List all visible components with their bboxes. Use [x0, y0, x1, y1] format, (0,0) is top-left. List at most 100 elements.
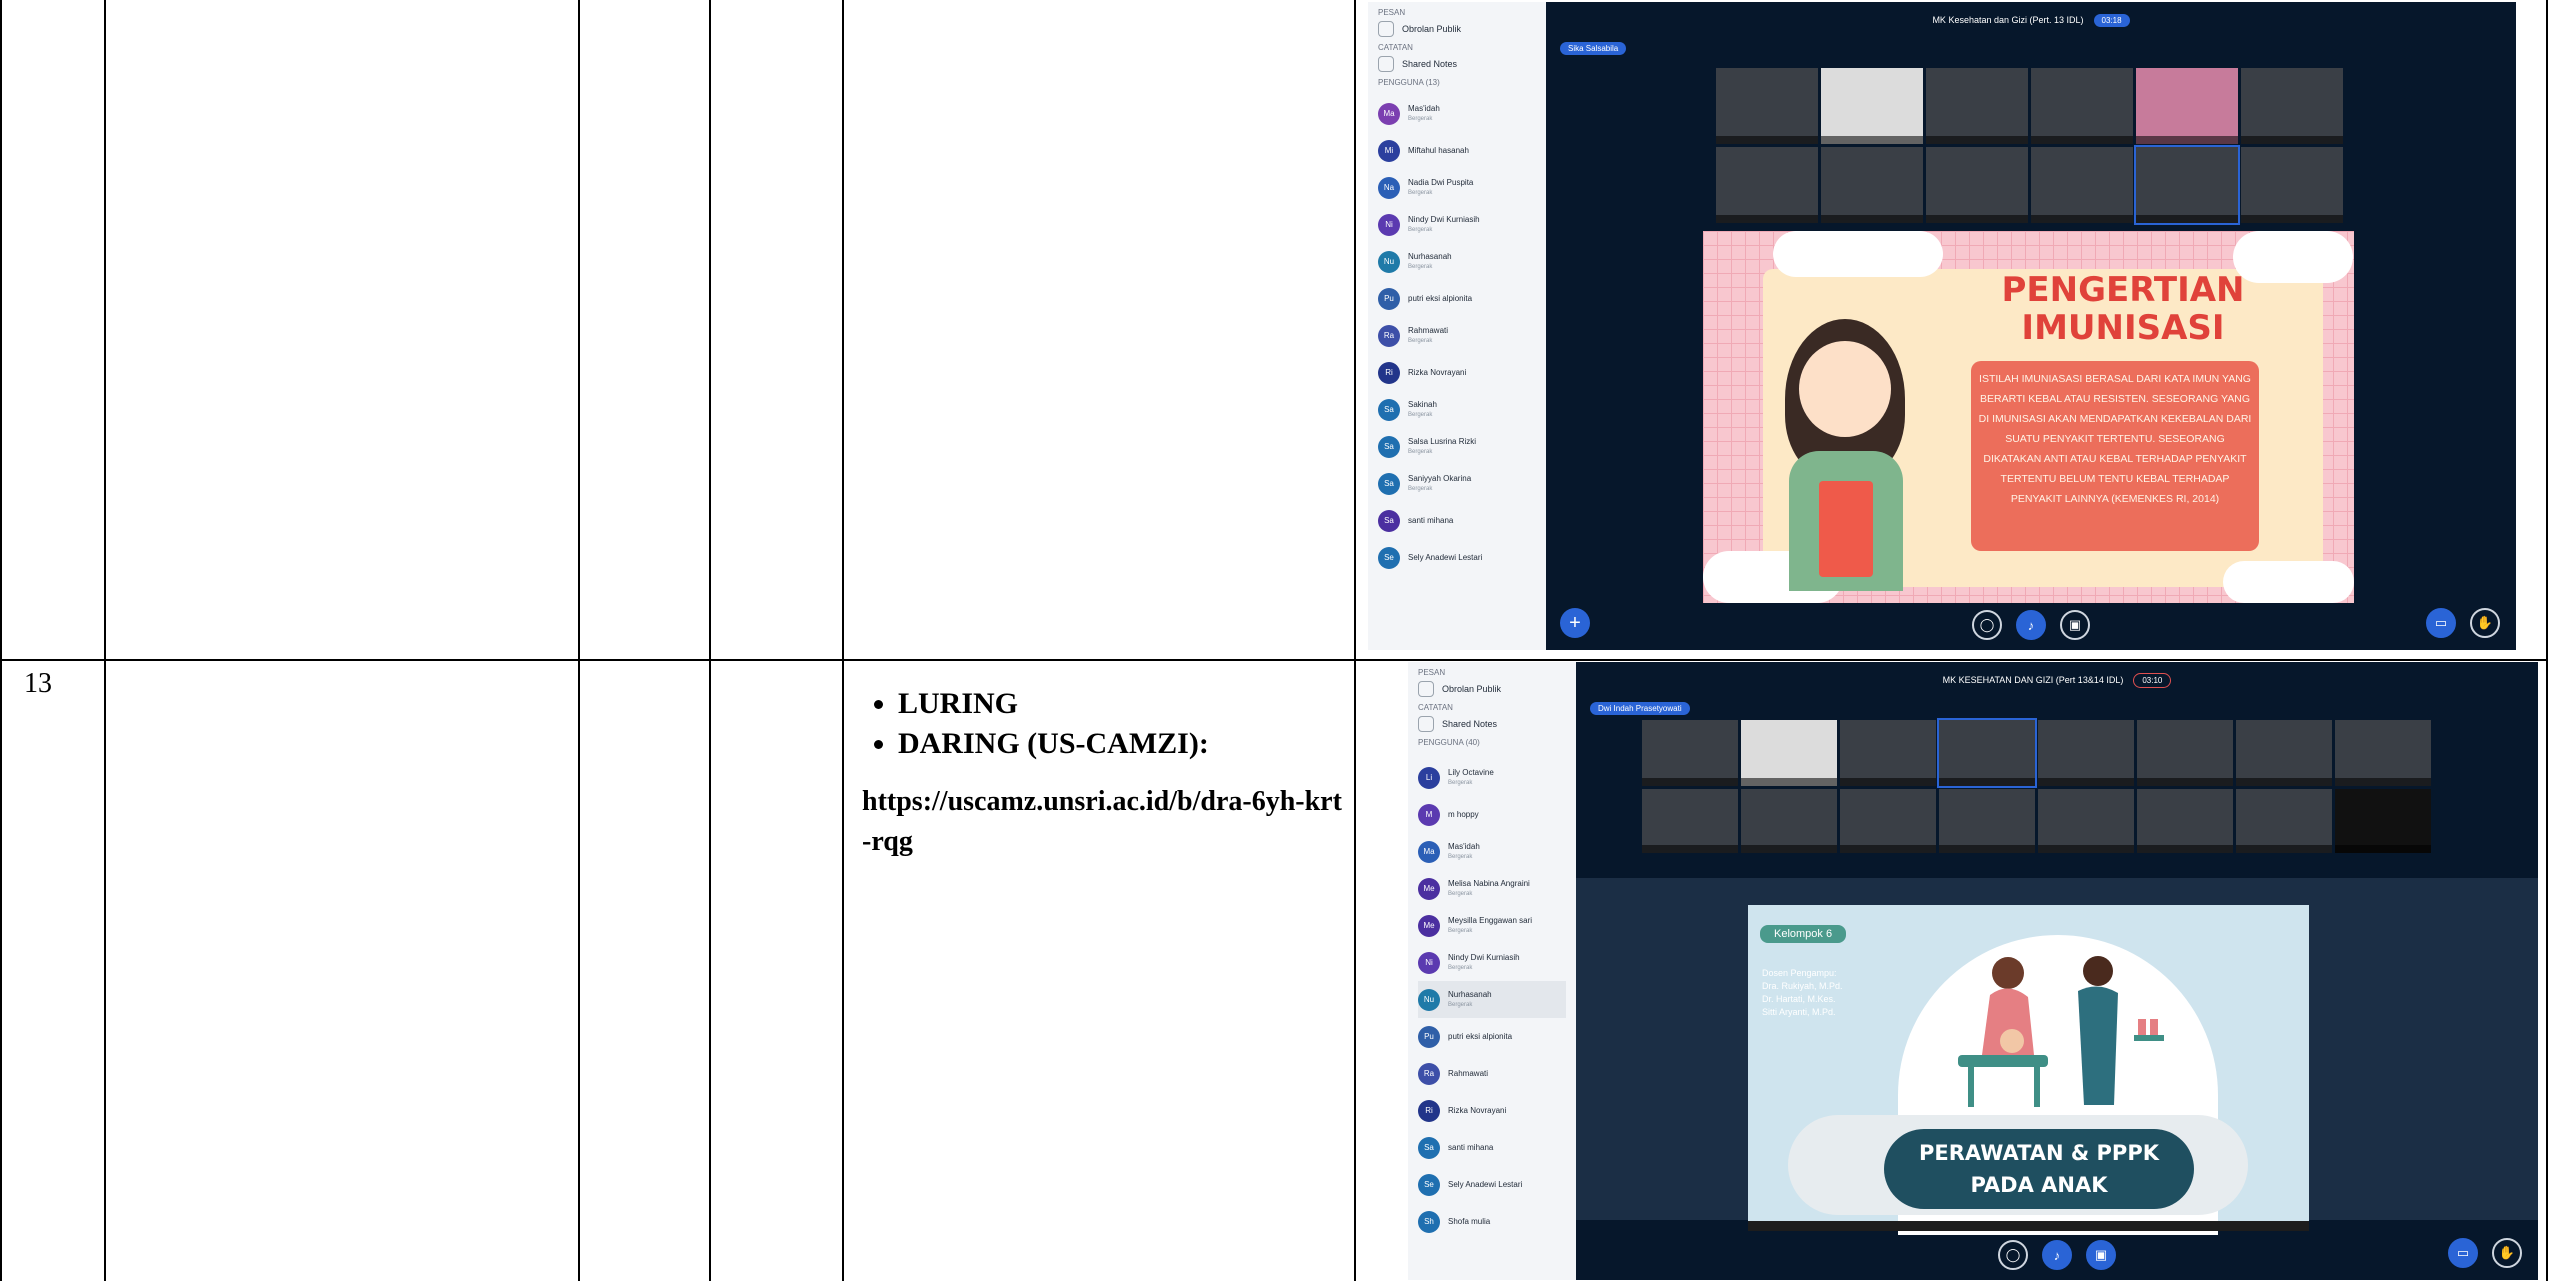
user-item[interactable]: Ni Nindy Dwi Kurniasih Bergerak: [1418, 944, 1566, 981]
user-item[interactable]: Me Melisa Nabina Angraini Bergerak: [1418, 870, 1566, 907]
webcam-grid: [1716, 68, 2343, 225]
user-item[interactable]: Ni Nindy Dwi Kurniasih Bergerak: [1378, 206, 1536, 243]
webcam-tile[interactable]: [1642, 720, 1738, 786]
group-label: Kelompok 6: [1760, 925, 1847, 943]
shared-notes-label: Shared Notes: [1402, 59, 1458, 69]
user-item[interactable]: Sa Saniyyah Okarina Bergerak: [1378, 465, 1536, 502]
camera-icon[interactable]: ▣: [2060, 610, 2090, 640]
table-row-divider: [0, 659, 2548, 661]
user-item[interactable]: Ri Rizka Novrayani: [1378, 354, 1536, 391]
user-item[interactable]: Ma Mas'idah Bergerak: [1378, 95, 1536, 132]
audio-icon[interactable]: ♪: [2016, 610, 2046, 640]
webcam-tile[interactable]: [1840, 720, 1936, 786]
raise-hand-icon[interactable]: ✋: [2470, 608, 2500, 638]
webcam-tile[interactable]: [2241, 147, 2343, 223]
user-item[interactable]: Mi Miftahul hasanah: [1378, 132, 1536, 169]
webcam-tile[interactable]: [2038, 789, 2134, 853]
cloud-decoration: [1773, 231, 1943, 277]
webcam-tile[interactable]: [1741, 789, 1837, 853]
webcam-tile[interactable]: [1821, 68, 1923, 144]
table-col-divider: [709, 0, 711, 1281]
webcam-tile[interactable]: [2136, 68, 2238, 144]
meeting-topbar: MK KESEHATAN DAN GIZI (Pert 13&14 IDL) 0…: [1576, 662, 2538, 698]
table-border-right: [2546, 0, 2548, 1281]
webcam-tile[interactable]: [1926, 68, 2028, 144]
user-name: Nadia Dwi Puspita Bergerak: [1408, 177, 1474, 196]
user-item[interactable]: Sa Salsa Lusrina Rizki Bergerak: [1378, 428, 1536, 465]
webcam-tile[interactable]: [2137, 720, 2233, 786]
webcam-tile[interactable]: [2137, 789, 2233, 853]
conference-main: MK Kesehatan dan Gizi (Pert. 13 IDL) 03:…: [1546, 2, 2516, 650]
user-name: santi mihana: [1408, 515, 1454, 525]
table-col-divider: [842, 0, 844, 1281]
illustration-face: [1799, 341, 1891, 437]
user-item[interactable]: Se Sely Anadewi Lestari: [1378, 539, 1536, 576]
user-item[interactable]: Sa santi mihana: [1418, 1129, 1566, 1166]
method-item: LURING: [898, 684, 1342, 724]
webcam-tile[interactable]: [1821, 147, 1923, 223]
webcam-tile[interactable]: [2134, 145, 2240, 225]
user-item[interactable]: Se Sely Anadewi Lestari: [1418, 1166, 1566, 1203]
user-name: Nurhasanah Bergerak: [1448, 989, 1492, 1008]
user-item[interactable]: Nu Nurhasanah Bergerak: [1418, 981, 1566, 1018]
lecturer-list: Dosen Pengampu: Dra. Rukiyah, M.Pd. Dr. …: [1762, 968, 1843, 1017]
audio-icon[interactable]: ♪: [2042, 1240, 2072, 1270]
mic-icon[interactable]: ◯: [1998, 1240, 2028, 1270]
webcam-tile[interactable]: [1642, 789, 1738, 853]
user-item[interactable]: Me Meysilla Enggawan sari Bergerak: [1418, 907, 1566, 944]
webcam-tile[interactable]: [2236, 720, 2332, 786]
media-controls: ◯ ♪ ▣: [1576, 1240, 2538, 1270]
webcam-tile[interactable]: [2038, 720, 2134, 786]
webcam-tile[interactable]: [2236, 789, 2332, 853]
user-item[interactable]: Ma Mas'idah Bergerak: [1418, 833, 1566, 870]
webcam-tile[interactable]: [1840, 789, 1936, 853]
meeting-link[interactable]: https://uscamz.unsri.ac.id/b/dra-6yh-krt…: [862, 782, 1342, 862]
webcam-tile[interactable]: [2335, 789, 2431, 853]
caregiver-illustration: [1958, 956, 2164, 1107]
public-chat-item[interactable]: Obrolan Publik: [1418, 681, 1566, 697]
webcam-tile[interactable]: [2031, 68, 2133, 144]
user-item[interactable]: Ri Rizka Novrayani: [1418, 1092, 1566, 1129]
user-name: Saniyyah Okarina Bergerak: [1408, 473, 1472, 492]
raise-hand-icon[interactable]: ✋: [2492, 1238, 2522, 1268]
user-item[interactable]: Sh Shofa mulia: [1418, 1203, 1566, 1240]
user-item[interactable]: Li Lily Octavine Bergerak: [1418, 759, 1566, 796]
user-name: Salsa Lusrina Rizki Bergerak: [1408, 436, 1477, 455]
webcam-tile[interactable]: [2335, 720, 2431, 786]
webcam-tile[interactable]: [1939, 789, 2035, 853]
recording-timer[interactable]: 03:10: [2133, 672, 2172, 688]
section-label-messages: PESAN: [1378, 8, 1406, 17]
user-item[interactable]: Mm hoppy: [1418, 796, 1566, 833]
avatar: Sh: [1418, 1210, 1440, 1233]
webcam-tile[interactable]: [1741, 720, 1837, 786]
avatar: Pu: [1418, 1025, 1440, 1048]
recording-timer[interactable]: 03:18: [2093, 13, 2130, 27]
webcam-tile[interactable]: [2031, 147, 2133, 223]
section-label-messages: PESAN: [1418, 668, 1446, 677]
public-chat-label: Obrolan Publik: [1442, 684, 1502, 694]
user-item[interactable]: Sa Sakinah Bergerak: [1378, 391, 1536, 428]
user-item[interactable]: Nu Nurhasanah Bergerak: [1378, 243, 1536, 280]
shared-notes-item[interactable]: Shared Notes: [1418, 716, 1566, 732]
webcam-tile[interactable]: [1716, 147, 1818, 223]
webcam-tile[interactable]: [2241, 68, 2343, 144]
camera-icon[interactable]: ▣: [2086, 1240, 2116, 1270]
slide-bottom-bar: [1748, 1221, 2309, 1231]
user-name: Miftahul hasanah: [1408, 145, 1469, 155]
user-item[interactable]: Na Nadia Dwi Puspita Bergerak: [1378, 169, 1536, 206]
screen-share-icon[interactable]: ▭: [2426, 608, 2456, 638]
table-col-divider: [104, 0, 106, 1281]
public-chat-item[interactable]: Obrolan Publik: [1378, 21, 1536, 37]
user-item[interactable]: Ra Rahmawati: [1418, 1055, 1566, 1092]
screen-share-icon[interactable]: ▭: [2448, 1238, 2478, 1268]
shared-notes-item[interactable]: Shared Notes: [1378, 56, 1536, 72]
user-item[interactable]: Pu putri eksi alpionita: [1378, 280, 1536, 317]
presenter-badge: Dwi Indah Prasetyowati: [1590, 702, 1690, 715]
webcam-tile[interactable]: [1716, 68, 1818, 144]
webcam-tile[interactable]: [1937, 718, 2037, 788]
user-item[interactable]: Pu putri eksi alpionita: [1418, 1018, 1566, 1055]
user-item[interactable]: Sa santi mihana: [1378, 502, 1536, 539]
mic-icon[interactable]: ◯: [1972, 610, 2002, 640]
user-item[interactable]: Ra Rahmawati Bergerak: [1378, 317, 1536, 354]
webcam-tile[interactable]: [1926, 147, 2028, 223]
